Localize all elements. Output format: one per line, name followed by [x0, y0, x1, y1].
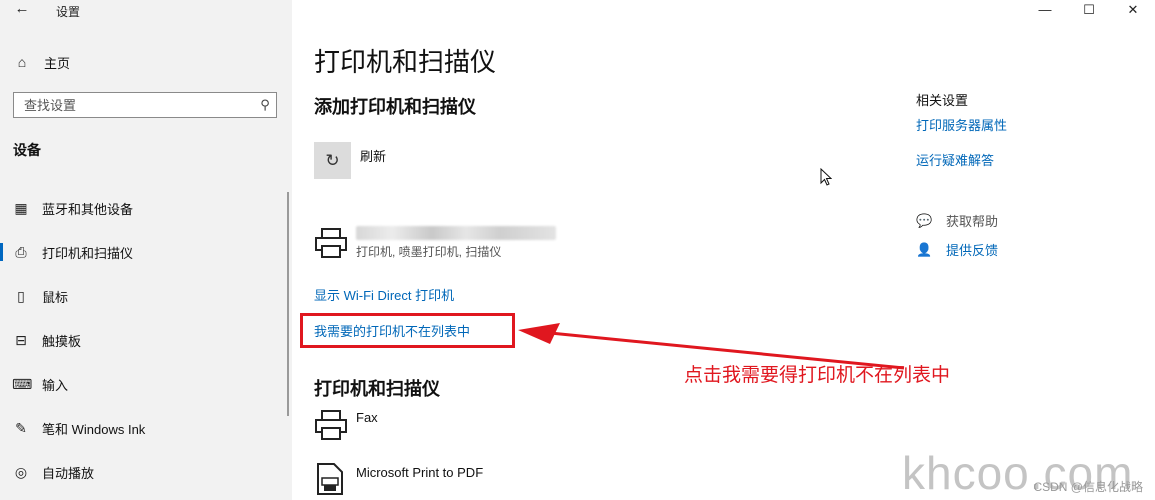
sidebar-nav-list: ▦ 蓝牙和其他设备 ⎙ 打印机和扫描仪 ▯ 鼠标 ⊟ 触摸板 ⌨ 输入 ✎ 笔和… — [0, 186, 292, 494]
get-help-label[interactable]: 获取帮助 — [946, 211, 998, 230]
refresh-label[interactable]: 刷新 — [360, 146, 386, 165]
search-icon[interactable]: ⚲ — [254, 97, 276, 113]
sidebar-section-heading: 设备 — [13, 142, 41, 158]
print-server-properties-link[interactable]: 打印服务器属性 — [916, 115, 1007, 134]
pdf-printer-icon[interactable] — [316, 462, 344, 496]
refresh-icon: ↻ — [325, 150, 340, 170]
app-title: 设置 — [56, 5, 81, 19]
sidebar-item-label: 蓝牙和其他设备 — [42, 201, 134, 217]
home-label: 主页 — [44, 55, 71, 71]
feedback-row[interactable]: 👤 提供反馈 — [916, 240, 998, 259]
settings-sidebar: ← 设置 ⌂ 主页 ⚲ 设备 ▦ 蓝牙和其他设备 ⎙ 打印机和扫描仪 ▯ 鼠标 … — [0, 0, 292, 500]
printer-icon: ⎙ — [15, 243, 27, 260]
annotation-text: 点击我需要得打印机不在列表中 — [684, 365, 951, 386]
sidebar-item-label: 打印机和扫描仪 — [42, 245, 134, 261]
autoplay-icon: ◎ — [14, 463, 28, 480]
sidebar-item-label: 鼠标 — [42, 289, 69, 305]
mouse-icon: ▯ — [17, 287, 25, 304]
add-printers-heading: 添加打印机和扫描仪 — [314, 97, 476, 117]
bluetooth-devices-icon: ▦ — [14, 199, 28, 216]
printer-icon[interactable] — [314, 226, 348, 260]
sidebar-item-label: 触摸板 — [42, 333, 82, 349]
sidebar-item-touchpad[interactable]: ⊟ 触摸板 — [0, 318, 292, 362]
show-wifi-direct-link[interactable]: 显示 Wi-Fi Direct 打印机 — [314, 285, 454, 304]
mouse-cursor-icon — [820, 168, 832, 186]
device-name-blurred[interactable] — [356, 226, 556, 240]
csdn-watermark: CSDN @信息化战略 — [1033, 480, 1143, 494]
feedback-person-icon: 👤 — [916, 241, 933, 257]
main-content: 打印机和扫描仪 添加打印机和扫描仪 ↻ 刷新 打印机, 喷墨打印机, 扫描仪 显… — [292, 0, 1155, 500]
home-icon: ⌂ — [17, 54, 27, 70]
keyboard-icon: ⌨ — [12, 375, 33, 392]
sidebar-item-bluetooth[interactable]: ▦ 蓝牙和其他设备 — [0, 186, 292, 230]
annotation-highlight-box — [300, 313, 515, 348]
pen-icon: ✎ — [15, 419, 27, 436]
sidebar-item-label: 输入 — [42, 377, 69, 393]
home-nav-item[interactable]: ⌂ 主页 — [0, 48, 292, 76]
printer-name-fax[interactable]: Fax — [356, 410, 378, 425]
run-troubleshooter-link[interactable]: 运行疑难解答 — [916, 150, 994, 169]
sidebar-title-bar: ← 设置 — [0, 0, 292, 22]
fax-printer-icon[interactable] — [314, 408, 348, 442]
search-input[interactable] — [14, 97, 254, 113]
page-title: 打印机和扫描仪 — [314, 47, 497, 77]
sidebar-item-label: 自动播放 — [42, 465, 95, 481]
device-description: 打印机, 喷墨打印机, 扫描仪 — [356, 245, 502, 259]
get-help-row[interactable]: 💬 获取帮助 — [916, 211, 998, 230]
sidebar-scrollbar[interactable] — [287, 192, 289, 416]
search-box[interactable]: ⚲ — [13, 92, 277, 118]
back-button[interactable]: ← — [10, 0, 34, 20]
printers-list-heading: 打印机和扫描仪 — [314, 379, 440, 399]
printer-name-pdf[interactable]: Microsoft Print to PDF — [356, 465, 483, 480]
give-feedback-link[interactable]: 提供反馈 — [946, 240, 998, 259]
chat-bubble-icon: 💬 — [916, 212, 933, 228]
touchpad-icon: ⊟ — [15, 331, 27, 348]
sidebar-item-label: 笔和 Windows Ink — [42, 421, 146, 437]
sidebar-item-autoplay[interactable]: ◎ 自动播放 — [0, 450, 292, 494]
related-settings-heading: 相关设置 — [916, 93, 969, 108]
sidebar-item-pen[interactable]: ✎ 笔和 Windows Ink — [0, 406, 292, 450]
refresh-button[interactable]: ↻ — [314, 142, 351, 179]
sidebar-item-typing[interactable]: ⌨ 输入 — [0, 362, 292, 406]
sidebar-item-printers[interactable]: ⎙ 打印机和扫描仪 — [0, 230, 292, 274]
sidebar-item-mouse[interactable]: ▯ 鼠标 — [0, 274, 292, 318]
